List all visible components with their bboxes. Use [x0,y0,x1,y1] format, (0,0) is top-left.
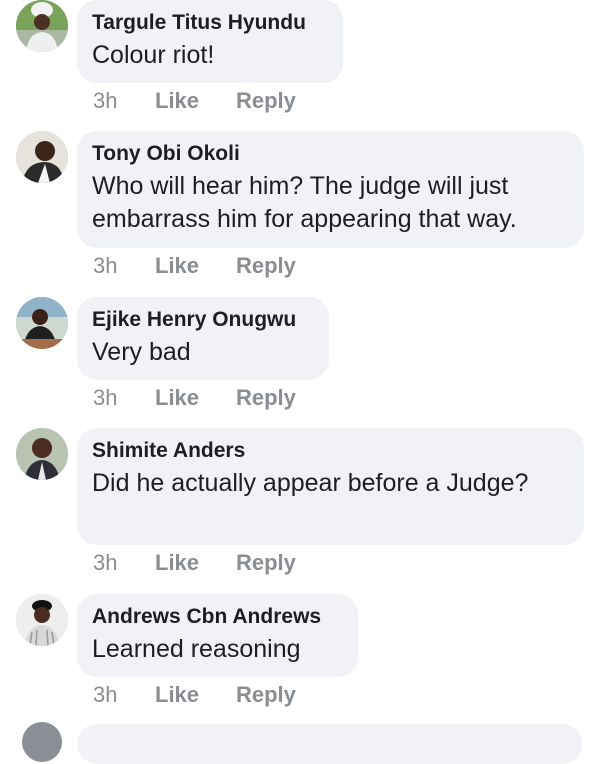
like-button[interactable]: Like [155,385,236,411]
comment-author[interactable]: Targule Titus Hyundu [92,10,327,36]
comment-actions: 3h Like Reply [93,88,296,114]
comment-actions: 3h Like Reply [93,550,296,576]
reply-button[interactable]: Reply [236,550,296,576]
avatar[interactable] [16,297,68,349]
comment-author[interactable]: Shimite Anders [92,438,568,464]
comment-bubble: Andrews Cbn Andrews Learned reasoning [77,594,358,677]
comment-actions: 3h Like Reply [93,253,296,279]
reply-button[interactable]: Reply [236,385,296,411]
comment-bubble: Targule Titus Hyundu Colour riot! [77,0,343,83]
avatar-man-in-suit-icon [16,428,68,480]
comment-bubble: Shimite Anders Did he actually appear be… [77,428,584,545]
comment-time[interactable]: 3h [93,253,155,279]
comment-text: Colour riot! [92,41,215,69]
comment-actions: 3h Like Reply [93,682,296,708]
comment-author[interactable]: Andrews Cbn Andrews [92,604,342,630]
avatar[interactable] [16,131,68,183]
reply-button[interactable]: Reply [236,88,296,114]
comment-time[interactable]: 3h [93,550,155,576]
comment-time[interactable]: 3h [93,385,155,411]
avatar[interactable] [22,722,62,762]
avatar-seated-man-icon [16,297,68,349]
comment-actions: 3h Like Reply [93,385,296,411]
like-button[interactable]: Like [155,253,236,279]
avatar[interactable] [16,0,68,52]
comment-text: Very bad [92,338,191,366]
comment-text: Learned reasoning [92,635,301,663]
like-button[interactable]: Like [155,550,236,576]
avatar-white-cap-man-icon [16,0,68,52]
comment-text: Did he actually appear before a Judge? [92,469,529,497]
comment-text: Who will hear him? The judge will just e… [92,172,517,233]
comment-author[interactable]: Tony Obi Okoli [92,141,568,167]
comment-bubble [77,724,582,764]
reply-button[interactable]: Reply [236,253,296,279]
avatar-suited-man-icon [16,131,68,183]
avatar[interactable] [16,594,68,646]
comment-author[interactable]: Ejike Henry Onugwu [92,307,313,333]
like-button[interactable]: Like [155,682,236,708]
comment-bubble: Tony Obi Okoli Who will hear him? The ju… [77,131,584,248]
reply-button[interactable]: Reply [236,682,296,708]
avatar-man-black-cap-icon [16,594,68,646]
like-button[interactable]: Like [155,88,236,114]
avatar[interactable] [16,428,68,480]
comment-bubble: Ejike Henry Onugwu Very bad [77,297,329,380]
comment-time[interactable]: 3h [93,88,155,114]
comment-time[interactable]: 3h [93,682,155,708]
